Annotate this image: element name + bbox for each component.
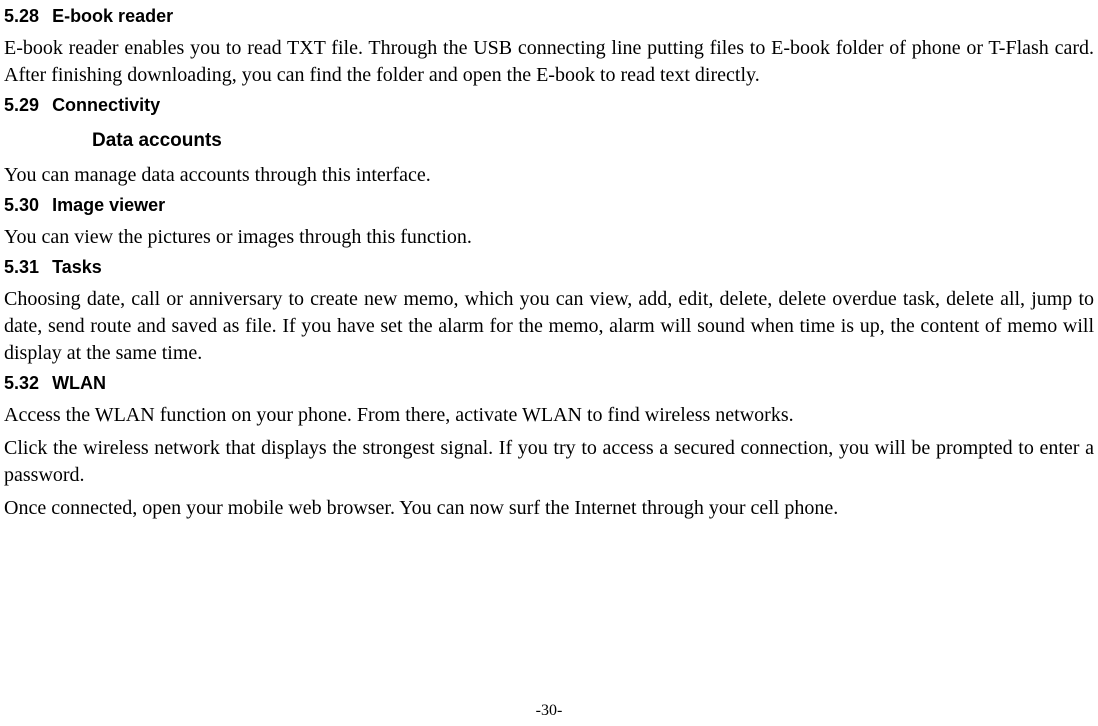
document-page: 5.28 E-book reader E-book reader enables… bbox=[4, 6, 1094, 522]
section-number: 5.30 bbox=[4, 195, 39, 216]
page-number: -30- bbox=[0, 702, 1098, 720]
section-title: Tasks bbox=[52, 257, 102, 277]
section-number: 5.28 bbox=[4, 6, 39, 27]
section-body: You can view the pictures or images thro… bbox=[4, 224, 1094, 251]
section-number: 5.32 bbox=[4, 373, 39, 394]
section-body-p3: Once connected, open your mobile web bro… bbox=[4, 495, 1094, 522]
section-number: 5.29 bbox=[4, 95, 39, 116]
section-heading-529: 5.29 Connectivity bbox=[4, 95, 1094, 116]
section-heading-532: 5.32 WLAN bbox=[4, 373, 1094, 394]
section-heading-528: 5.28 E-book reader bbox=[4, 6, 1094, 27]
section-title: Image viewer bbox=[52, 195, 165, 215]
section-heading-531: 5.31 Tasks bbox=[4, 257, 1094, 278]
section-title: Connectivity bbox=[52, 95, 160, 115]
section-number: 5.31 bbox=[4, 257, 39, 278]
section-title: WLAN bbox=[52, 373, 106, 393]
section-body-p2: Click the wireless network that displays… bbox=[4, 435, 1094, 489]
section-heading-530: 5.30 Image viewer bbox=[4, 195, 1094, 216]
section-body: Choosing date, call or anniversary to cr… bbox=[4, 286, 1094, 367]
section-body-p1: Access the WLAN function on your phone. … bbox=[4, 402, 1094, 429]
section-body: E-book reader enables you to read TXT fi… bbox=[4, 35, 1094, 89]
section-title: E-book reader bbox=[52, 6, 173, 26]
subsection-heading-data-accounts: Data accounts bbox=[92, 130, 1094, 152]
section-body: You can manage data accounts through thi… bbox=[4, 162, 1094, 189]
